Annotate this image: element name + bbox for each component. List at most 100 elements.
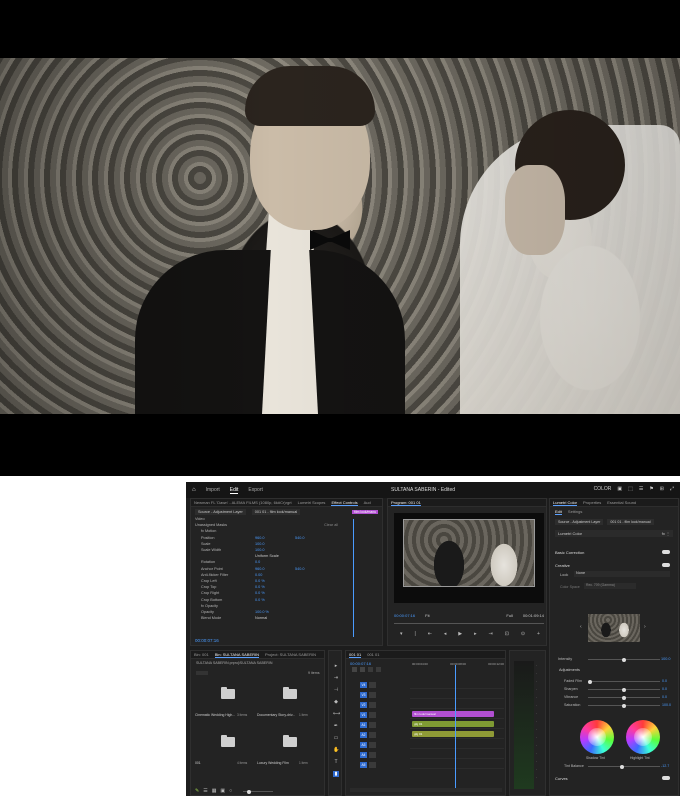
folder-icon[interactable] — [283, 687, 297, 699]
track-header[interactable]: V4 — [360, 681, 408, 689]
tab-bin-sultana[interactable]: Bin: SULTANA SABERIN — [214, 652, 259, 658]
property-value[interactable]: 0.0 % — [255, 591, 295, 595]
track-header[interactable]: A2 — [360, 731, 408, 739]
pen-tool-icon[interactable]: ✒ — [333, 723, 339, 729]
tab-sequence[interactable]: 001 01 — [349, 652, 362, 658]
color-space-select[interactable]: Rec. 709 (Gamma) — [584, 583, 636, 589]
track-header[interactable]: A4 — [360, 751, 408, 759]
thumbnail-size-slider[interactable] — [243, 789, 273, 794]
slider-knob[interactable] — [622, 695, 626, 700]
track-target-toggle[interactable]: V3 — [360, 692, 367, 698]
track-lock-icon[interactable] — [369, 692, 376, 698]
adjustment-slider[interactable] — [588, 703, 660, 708]
selection-tool-icon[interactable]: ▸ — [333, 663, 339, 669]
nav-export[interactable]: Export — [248, 487, 262, 493]
fit-select[interactable]: Fit — [425, 613, 429, 618]
track-target-toggle[interactable]: V1 — [360, 712, 367, 718]
slip-tool-icon[interactable]: ⟷ — [333, 711, 340, 717]
add-button-icon[interactable]: + — [537, 631, 540, 637]
track-header[interactable]: A5 — [360, 761, 408, 769]
tint-balance-slider[interactable] — [588, 764, 660, 769]
project-search[interactable] — [196, 671, 208, 675]
tab-properties[interactable]: Properties — [583, 500, 601, 505]
property-value[interactable]: 0.0 — [255, 560, 295, 564]
tab-lumetri-color[interactable]: Lumetri Color — [553, 500, 578, 506]
clip-breadcrumb[interactable]: 001 01 - film look/manual — [251, 508, 301, 515]
track-lock-icon[interactable] — [369, 732, 376, 738]
track-header[interactable]: V2 — [360, 701, 408, 709]
active-tool-icon[interactable]: ▮ — [333, 771, 339, 777]
icon-view-icon[interactable]: ▦ — [212, 788, 217, 794]
property-value[interactable]: 100.0 — [255, 542, 295, 546]
tab-program[interactable]: Program: 001 01 — [391, 500, 421, 506]
curves-header[interactable]: Curves — [555, 776, 568, 781]
folder-icon[interactable] — [283, 735, 297, 747]
slider-knob[interactable] — [622, 687, 626, 692]
track-target-toggle[interactable]: A3 — [360, 742, 367, 748]
razor-tool-icon[interactable]: ◆ — [333, 699, 339, 705]
quality-select[interactable]: Full — [506, 613, 512, 618]
track-target-toggle[interactable]: V4 — [360, 682, 367, 688]
fullscreen-icon[interactable]: ⤢ — [670, 486, 674, 492]
home-icon[interactable]: ⌂ — [192, 487, 196, 493]
step-back-icon[interactable]: ◂ — [444, 631, 447, 637]
notification-icon[interactable]: ⚑ — [649, 486, 653, 492]
property-value[interactable]: 960.0 — [255, 567, 295, 571]
tab-lumetri-scopes[interactable]: Lumetri Scopes — [298, 500, 326, 505]
track-lock-icon[interactable] — [369, 722, 376, 728]
lumetri-clip[interactable]: 001 01 - film look/manual — [607, 519, 654, 525]
tab-sequence-2[interactable]: 001 01 — [367, 652, 379, 657]
adjustment-slider[interactable] — [588, 695, 660, 700]
audio-clip[interactable]: gfg 01 — [412, 731, 494, 737]
track-target-toggle[interactable]: A5 — [360, 762, 367, 768]
list-view-icon[interactable]: ☰ — [203, 788, 207, 794]
panel-icon[interactable]: ⬚ — [628, 486, 633, 492]
track-target-toggle[interactable]: A2 — [360, 732, 367, 738]
creative-toggle[interactable] — [662, 563, 670, 567]
look-select[interactable]: None — [574, 571, 670, 577]
property-value[interactable]: 100.0 — [255, 548, 295, 552]
look-next-icon[interactable]: › — [644, 624, 646, 630]
mark-out-icon[interactable]: | — [414, 631, 415, 637]
settings-icon[interactable] — [376, 667, 381, 672]
export-frame-icon[interactable]: ⊙ — [521, 631, 525, 637]
track-lock-icon[interactable] — [369, 752, 376, 758]
type-tool-icon[interactable]: T — [333, 759, 339, 765]
shadow-tint-wheel[interactable] — [580, 720, 614, 754]
subtab-edit[interactable]: Edit — [555, 509, 562, 515]
timeline-playhead[interactable] — [455, 665, 456, 789]
slider-knob[interactable] — [622, 703, 626, 708]
basic-correction-toggle[interactable] — [662, 550, 670, 554]
fx-icon[interactable]: fx ⋮ — [662, 531, 670, 536]
track-header[interactable]: A1 — [360, 721, 408, 729]
adjustment-clip[interactable]: film look/manual — [412, 711, 494, 717]
track-lock-icon[interactable] — [369, 712, 376, 718]
zoom-out-icon[interactable]: ○ — [229, 788, 232, 794]
mark-in-icon[interactable]: ▾ — [400, 631, 403, 637]
program-viewer[interactable] — [394, 513, 544, 603]
property-value[interactable]: Uniform Scale — [255, 554, 295, 558]
track-header[interactable]: V1 — [360, 711, 408, 719]
creative-header[interactable]: Creative — [555, 563, 570, 568]
bin-name[interactable]: Luxury Wedding Film — [257, 761, 297, 765]
highlight-tint-wheel[interactable] — [626, 720, 660, 754]
folder-icon[interactable] — [221, 687, 235, 699]
play-icon[interactable]: ▶ — [458, 631, 462, 637]
linked-icon[interactable] — [360, 667, 365, 672]
curves-toggle[interactable] — [662, 776, 670, 780]
folder-icon[interactable] — [221, 735, 235, 747]
rectangle-tool-icon[interactable]: ▭ — [333, 735, 339, 741]
timeline-timecode[interactable]: 00:00:07:16 — [350, 661, 371, 666]
snap-icon[interactable] — [352, 667, 357, 672]
nav-edit[interactable]: Edit — [229, 487, 239, 494]
program-scrubber[interactable] — [394, 623, 544, 624]
tab-source[interactable]: Newman FL 'Dawn' - ALEMA FILMS (1080p, 6… — [194, 500, 292, 505]
ec-timecode[interactable]: 00:00:07:16 — [195, 638, 219, 643]
track-lock-icon[interactable] — [369, 742, 376, 748]
property-value-2[interactable]: 540.0 — [295, 536, 325, 540]
workspace-color-label[interactable]: COLOR — [594, 486, 612, 492]
tab-effect-controls[interactable]: Effect Controls — [331, 500, 358, 506]
intensity-slider[interactable] — [588, 657, 660, 662]
property-value-2[interactable]: 540.0 — [295, 567, 325, 571]
go-in-icon[interactable]: ⇤ — [428, 631, 432, 637]
